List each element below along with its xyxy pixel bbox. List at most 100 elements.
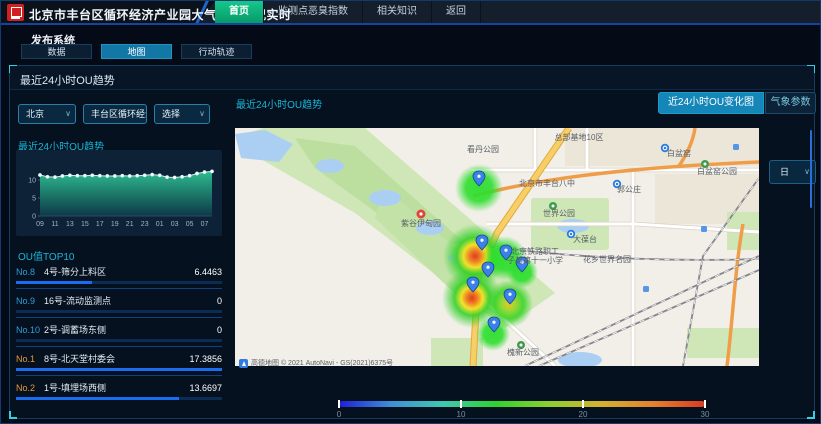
map-place-label: 总部基地10区: [555, 132, 604, 142]
weather-params-button[interactable]: 气象参数: [765, 92, 816, 114]
legend-tick-label: 10: [457, 410, 466, 419]
top-list-row: No.916号-流动监测点0: [16, 289, 222, 318]
nav-item[interactable]: 返回: [432, 1, 481, 23]
trend-chart-svg: 0510091113151719212301030507: [16, 150, 222, 236]
map-place-label: 北京市丰台八中: [519, 178, 575, 188]
ou-top-list: No.84号-筛分上料区6.4463No.916号-流动监测点0No.102号-…: [16, 260, 222, 405]
rank-label: No.2: [16, 383, 44, 393]
publish-tabs: 数据地图行动轨迹: [21, 44, 252, 59]
map-place-label: 北京铁路职工: [511, 246, 559, 256]
svg-text:03: 03: [171, 221, 179, 228]
top-list-row: No.21号-填埋场西侧13.6697: [16, 376, 222, 405]
publish-tab[interactable]: 地图: [101, 44, 172, 59]
value-bar-fill: [16, 397, 179, 400]
ou-value: 0: [217, 325, 222, 335]
rank-label: No.8: [16, 267, 44, 277]
map-attribution-text: 高德地图 © 2021 AutoNavi - GS(2021)6375号: [251, 358, 393, 368]
legend-tick-label: 20: [579, 410, 588, 419]
nav-item[interactable]: 监测点恶臭指数: [264, 1, 363, 23]
svg-text:17: 17: [96, 221, 104, 228]
station-select[interactable]: 选择 ∨: [154, 104, 210, 124]
ou-value: 17.3856: [189, 354, 222, 364]
map[interactable]: 看丹公园 总部基地10区白盆窑白盆窑公园北京市丰台八中郭公庄世界公园大葆台 紫谷伊甸…: [235, 128, 759, 366]
publish-tab[interactable]: 行动轨迹: [181, 44, 252, 59]
svg-text:11: 11: [51, 221, 58, 228]
map-place-label: 大葆台: [573, 234, 597, 244]
svg-text:15: 15: [81, 221, 89, 228]
map-place-label: 世界公园: [543, 208, 575, 218]
ou-color-legend: 0102030: [339, 401, 705, 417]
app-logo: [7, 4, 24, 21]
svg-text:01: 01: [156, 221, 164, 228]
rank-label: No.10: [16, 325, 44, 335]
map-canvas: 看丹公园 总部基地10区白盆窑白盆窑公园北京市丰台八中郭公庄世界公园大葆台 紫谷伊甸…: [235, 128, 759, 366]
legend-tick-mark: [704, 400, 706, 408]
svg-text:19: 19: [111, 221, 119, 228]
station-name: 2号-调蓄场东侧: [44, 323, 217, 336]
top-list-row: No.84号-筛分上料区6.4463: [16, 260, 222, 289]
region-select-value: 北京: [26, 109, 44, 119]
svg-text:10: 10: [28, 178, 36, 185]
station-select-value: 选择: [162, 109, 180, 119]
rank-label: No.9: [16, 296, 44, 306]
panel-corner: [9, 411, 17, 419]
map-place-label: 花乡世界名园: [583, 254, 631, 264]
filter-row: 北京 ∨ 丰台区循环经济产 ∨ 选择 ∨: [18, 104, 210, 124]
main-nav: 首页监测点恶臭指数相关知识返回: [215, 1, 481, 23]
ou-change-chart-button[interactable]: 近24小时OU变化图: [658, 92, 764, 114]
amap-logo-icon: [239, 359, 248, 368]
svg-text:5: 5: [32, 196, 36, 203]
value-bar-track: [16, 339, 222, 342]
region-select[interactable]: 北京 ∨: [18, 104, 76, 124]
svg-text:23: 23: [141, 221, 149, 228]
station-name: 8号-北天堂村委会: [44, 352, 189, 365]
map-place-label: 槐新公园: [507, 347, 539, 357]
app-screen: 北京市丰台区循环经济产业园大气恶臭状况实时 首页监测点恶臭指数相关知识返回 发布…: [0, 0, 821, 424]
map-place-label: 子弟第十一小学: [507, 255, 563, 265]
scrollbar[interactable]: [810, 130, 812, 208]
trend-chart: 0510091113151719212301030507: [16, 150, 222, 236]
park-select[interactable]: 丰台区循环经济产 ∨: [83, 104, 147, 124]
chevron-down-icon: ∨: [199, 105, 205, 123]
publish-tab[interactable]: 数据: [21, 44, 92, 59]
chevron-down-icon: ∨: [136, 105, 142, 123]
station-name: 16号-流动监测点: [44, 294, 217, 307]
ou-value: 0: [217, 296, 222, 306]
period-select[interactable]: 日 ∨: [769, 160, 816, 184]
value-bar-track: [16, 368, 222, 371]
panel-header: 最近24小时OU趋势: [10, 66, 814, 90]
svg-text:21: 21: [126, 221, 134, 228]
map-section-label: 最近24小时OU趋势: [236, 96, 322, 111]
station-name: 1号-填埋场西侧: [44, 381, 189, 394]
value-bar-fill: [16, 281, 92, 284]
svg-text:0: 0: [32, 214, 36, 221]
map-place-label: 看丹公园: [467, 145, 499, 154]
svg-text:07: 07: [201, 221, 209, 228]
value-bar-track: [16, 281, 222, 284]
ou-value: 13.6697: [189, 383, 222, 393]
legend-tick-label: 30: [701, 410, 710, 419]
svg-text:13: 13: [66, 221, 74, 228]
map-place-label: 紫谷伊甸园: [401, 218, 441, 228]
map-place-label: 白盆窑: [667, 148, 691, 158]
legend-tick-mark: [460, 400, 462, 408]
svg-text:09: 09: [36, 221, 44, 228]
map-place-label: 白盆窑公园: [697, 166, 737, 176]
panel-title: 最近24小时OU趋势: [20, 72, 115, 88]
top-list-row: No.102号-调蓄场东侧0: [16, 318, 222, 347]
nav-item[interactable]: 首页: [215, 1, 264, 23]
ou-value: 6.4463: [194, 267, 222, 277]
value-bar-track: [16, 397, 222, 400]
panel-corner: [807, 411, 815, 419]
chevron-down-icon: ∨: [65, 105, 71, 123]
map-attribution: 高德地图 © 2021 AutoNavi - GS(2021)6375号: [239, 358, 393, 368]
legend-gradient-bar: [339, 401, 705, 407]
svg-text:05: 05: [186, 221, 194, 228]
nav-item[interactable]: 相关知识: [363, 1, 432, 23]
legend-tick-label: 0: [337, 410, 341, 419]
top-list-row: No.18号-北天堂村委会17.3856: [16, 347, 222, 376]
map-place-label: 郭公庄: [617, 184, 641, 194]
header: 北京市丰台区循环经济产业园大气恶臭状况实时 首页监测点恶臭指数相关知识返回: [1, 1, 821, 25]
legend-tick-mark: [582, 400, 584, 408]
main-panel: 最近24小时OU趋势 北京 ∨ 丰台区循环经济产 ∨ 选择 ∨ 最近24小时OU…: [9, 65, 815, 419]
